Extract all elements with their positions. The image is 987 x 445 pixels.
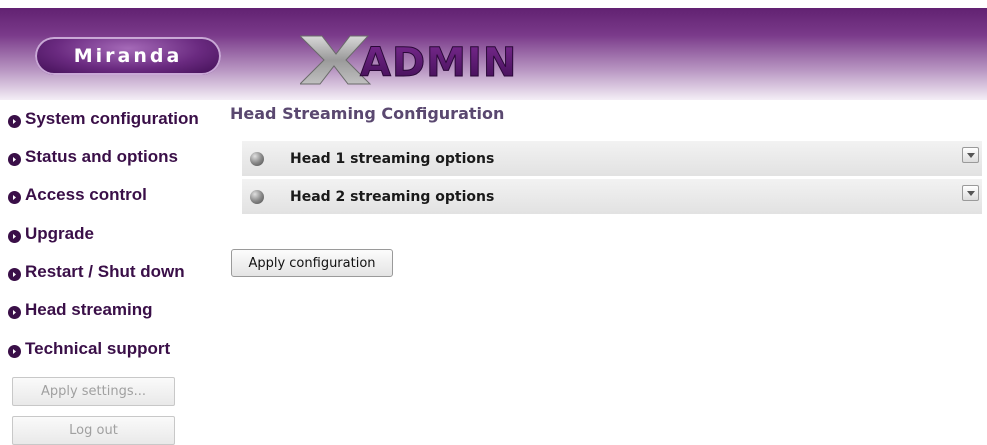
logout-button[interactable]: Log out <box>12 416 175 445</box>
sidebar-item-label: System configuration <box>25 109 199 128</box>
apply-configuration-button[interactable]: Apply configuration <box>231 249 393 277</box>
bullet-arrow-icon <box>8 267 21 281</box>
sidebar-item-head-streaming[interactable]: Head streaming <box>8 298 153 322</box>
sidebar-item-upgrade[interactable]: Upgrade <box>8 222 94 246</box>
sidebar-item-restart-shut-down[interactable]: Restart / Shut down <box>8 260 185 284</box>
expand-chevron-icon[interactable] <box>962 185 979 201</box>
app-header: Miranda ADMIN <box>0 0 987 100</box>
bullet-arrow-icon <box>8 305 21 319</box>
page-title: Head Streaming Configuration <box>230 104 505 123</box>
sidebar-item-label: Access control <box>25 185 147 204</box>
head-2-streaming-options-panel[interactable]: Head 2 streaming options <box>242 179 982 215</box>
xadmin-logo: ADMIN <box>300 35 517 86</box>
sidebar-item-technical-support[interactable]: Technical support <box>8 337 170 361</box>
sidebar-item-label: Technical support <box>25 339 171 358</box>
miranda-logo: Miranda <box>35 37 221 75</box>
status-led-icon <box>250 189 264 204</box>
bullet-arrow-icon <box>8 229 21 243</box>
bullet-arrow-icon <box>8 344 21 358</box>
sidebar-item-label: Upgrade <box>25 224 94 243</box>
apply-settings-button[interactable]: Apply settings... <box>12 377 175 406</box>
bullet-arrow-icon <box>8 114 21 128</box>
bullet-arrow-icon <box>8 190 21 204</box>
header-top-strip <box>0 0 987 8</box>
bullet-arrow-icon <box>8 152 21 166</box>
sidebar-item-system-configuration[interactable]: System configuration <box>8 107 199 131</box>
panel-title: Head 1 streaming options <box>290 150 495 167</box>
status-led-icon <box>250 151 264 166</box>
sidebar-item-label: Head streaming <box>25 300 153 319</box>
sidebar-item-access-control[interactable]: Access control <box>8 183 147 207</box>
expand-chevron-icon[interactable] <box>962 147 979 163</box>
svg-text:ADMIN: ADMIN <box>360 40 517 86</box>
panel-title: Head 2 streaming options <box>290 188 495 205</box>
sidebar-item-status-and-options[interactable]: Status and options <box>8 145 178 169</box>
head-1-streaming-options-panel[interactable]: Head 1 streaming options <box>242 141 982 177</box>
sidebar-item-label: Restart / Shut down <box>25 262 185 281</box>
sidebar-item-label: Status and options <box>25 147 178 166</box>
